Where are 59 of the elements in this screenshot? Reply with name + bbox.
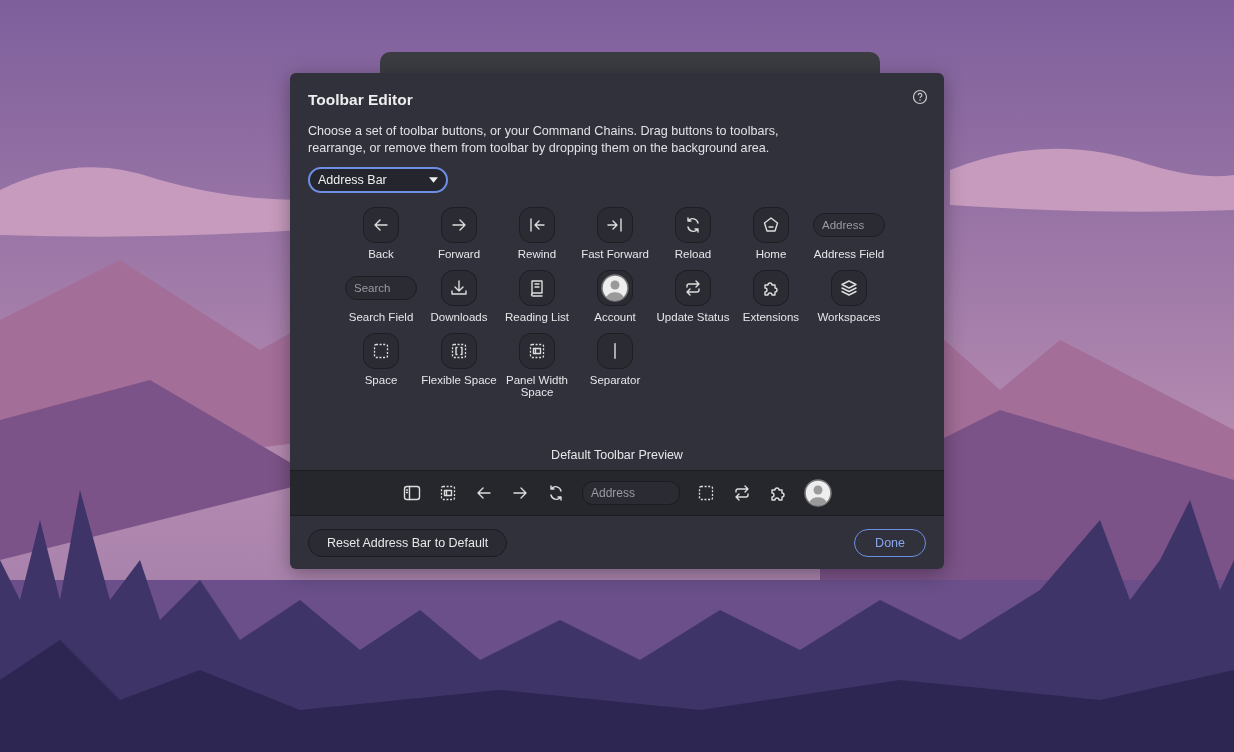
toolbar-button[interactable] — [675, 270, 711, 306]
toolbar-button[interactable] — [519, 207, 555, 243]
dialog-title: Toolbar Editor — [308, 91, 413, 109]
address-field[interactable]: Address — [582, 481, 680, 505]
button-label: Separator — [588, 374, 642, 386]
toolbar-button[interactable] — [441, 207, 477, 243]
button-label: Back — [367, 248, 395, 260]
loop-arrows-icon[interactable] — [732, 483, 752, 503]
help-icon[interactable] — [912, 89, 928, 105]
rewind-icon — [527, 215, 547, 235]
avatar-icon[interactable] — [804, 479, 832, 507]
toolbar-button[interactable] — [363, 207, 399, 243]
toolbar-button[interactable] — [519, 333, 555, 369]
button-label: Reload — [673, 248, 713, 260]
toolbar-button[interactable] — [597, 333, 633, 369]
dashed-square-icon — [371, 341, 391, 361]
button-label: Space — [363, 374, 399, 386]
done-button[interactable]: Done — [854, 529, 926, 557]
button-label: Downloads — [429, 311, 489, 323]
button-label: Extensions — [741, 311, 801, 323]
button-label: Reading List — [504, 311, 570, 323]
toolbar-button[interactable] — [441, 333, 477, 369]
home-icon — [761, 215, 781, 235]
preview-title: Default Toolbar Preview — [550, 448, 684, 464]
dashed-square-icon[interactable] — [696, 483, 716, 503]
toolbar-field[interactable]: Address — [813, 213, 885, 237]
dashed-square-icon[interactable] — [438, 483, 458, 503]
fast-forward-icon — [605, 215, 625, 235]
button-label: Flexible Space — [420, 374, 498, 386]
button-label: Forward — [436, 248, 482, 260]
panel-toggle-icon[interactable] — [402, 483, 422, 503]
button-label: Fast Forward — [580, 248, 650, 260]
download-icon — [449, 278, 469, 298]
button-label: Account — [593, 311, 637, 323]
toolbar-dropdown[interactable]: Address Bar — [308, 167, 448, 193]
dashed-square-icon — [527, 341, 547, 361]
button-label: Workspaces — [816, 311, 882, 323]
button-label: Update Status — [655, 311, 731, 323]
layers-icon — [839, 278, 859, 298]
toolbar-button[interactable] — [753, 207, 789, 243]
loop-arrows-icon — [683, 278, 703, 298]
button-label: Search Field — [347, 311, 415, 323]
caret-icon — [429, 177, 438, 183]
toolbar-button[interactable] — [519, 270, 555, 306]
toolbar-field[interactable]: Search — [345, 276, 417, 300]
button-label: Rewind — [516, 248, 558, 260]
toolbar-button[interactable] — [675, 207, 711, 243]
toolbar-button[interactable] — [831, 270, 867, 306]
button-label: Home — [754, 248, 788, 260]
dashed-square-icon — [449, 341, 469, 361]
vertical-line-icon — [614, 343, 616, 359]
button-label: Panel Width Space — [505, 374, 569, 398]
toolbar-button[interactable] — [753, 270, 789, 306]
button-label: Address Field — [812, 248, 886, 260]
reset-button[interactable]: Reset Address Bar to Default — [308, 529, 508, 557]
toolbar-button[interactable] — [597, 207, 633, 243]
toolbar-button[interactable] — [441, 270, 477, 306]
description-text: Choose a set of toolbar buttons, or your Command Chains. Drag buttons to toolbars, rearrange, or remove them from toolbar by dropping them on the background area. — [308, 123, 780, 157]
avatar-icon[interactable] — [601, 274, 629, 302]
